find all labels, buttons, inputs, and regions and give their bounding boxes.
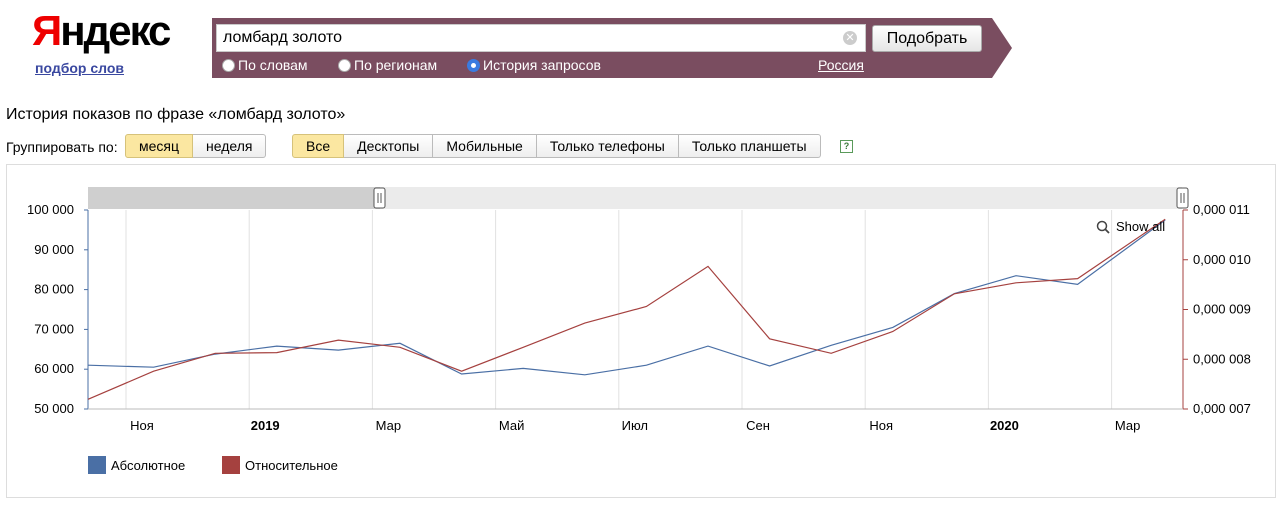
- mode-history[interactable]: История запросов: [467, 57, 601, 73]
- mode-by-regions[interactable]: По регионам: [338, 57, 437, 73]
- search-input[interactable]: [223, 27, 833, 49]
- device-phones-button[interactable]: Только телефоны: [536, 134, 679, 158]
- device-tablets-button[interactable]: Только планшеты: [678, 134, 821, 158]
- chart-container: [6, 164, 1276, 498]
- logo-rest: ндекс: [60, 7, 171, 54]
- radio-icon[interactable]: [338, 58, 351, 72]
- device-desktop-button[interactable]: Десктопы: [344, 134, 434, 158]
- device-filter: Все Десктопы Мобильные Только телефоны Т…: [292, 134, 821, 158]
- mode-label: По словам: [238, 57, 308, 73]
- page-title: История показов по фразе «ломбард золото…: [6, 106, 346, 123]
- help-icon[interactable]: ?: [840, 140, 853, 153]
- mode-label: По регионам: [354, 57, 438, 73]
- mode-by-words[interactable]: По словам: [222, 57, 308, 73]
- radio-selected-icon[interactable]: [467, 58, 480, 72]
- region-link[interactable]: Россия: [818, 57, 864, 73]
- radio-icon[interactable]: [222, 58, 235, 72]
- group-month-button[interactable]: месяц: [125, 134, 194, 158]
- clear-icon[interactable]: ✕: [843, 31, 857, 45]
- grouping-switch: месяц неделя: [125, 134, 267, 158]
- mode-label: История запросов: [483, 57, 601, 73]
- logo-first-letter: Я: [32, 7, 62, 54]
- submit-button[interactable]: Подобрать: [872, 25, 982, 52]
- search-bar-arrow: [992, 18, 1012, 78]
- grouping-label: Группировать по:: [6, 139, 118, 155]
- device-all-button[interactable]: Все: [292, 134, 345, 158]
- yandex-logo[interactable]: Яндекс: [32, 7, 171, 54]
- search-field[interactable]: ✕: [216, 24, 866, 52]
- group-week-button[interactable]: неделя: [193, 134, 267, 158]
- device-mobile-button[interactable]: Мобильные: [433, 134, 537, 158]
- wordstat-link[interactable]: подбор слов: [35, 60, 124, 76]
